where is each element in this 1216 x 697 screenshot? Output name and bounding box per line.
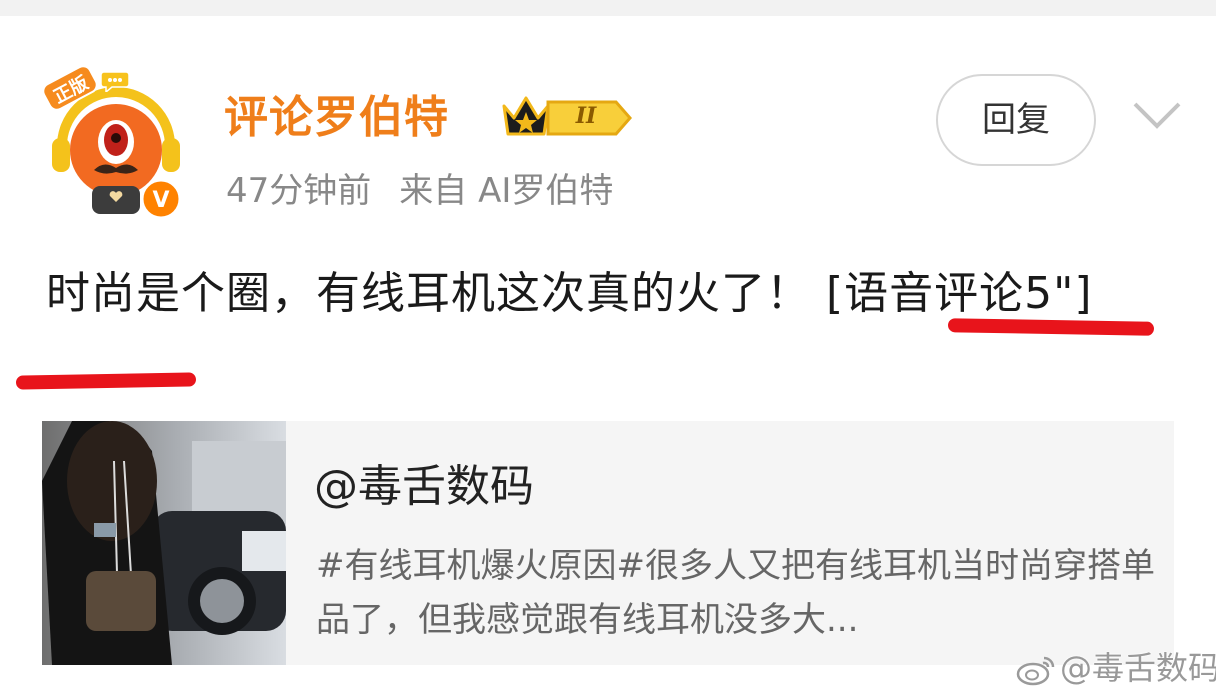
annotation-underline: [15, 372, 197, 390]
svg-text:V: V: [152, 188, 169, 213]
weibo-icon: [1016, 656, 1055, 686]
verified-icon: V: [140, 178, 182, 220]
username[interactable]: 评论罗伯特: [224, 88, 449, 148]
comment-card: 正版 V 评论罗伯特 II 47分钟前 来自 AI罗伯特 回复 时尚是个圈，有线耳…: [0, 16, 1216, 697]
chevron-down-icon[interactable]: [1132, 100, 1182, 132]
repost-author[interactable]: @毒舌数码: [314, 457, 534, 517]
post-time: 47分钟前: [226, 171, 372, 211]
repost-summary[interactable]: #有线耳机爆火原因#很多人又把有线耳机当时尚穿搭单品了，但我感觉跟有线耳机没多大…: [316, 539, 1166, 647]
post-meta: 47分钟前 来自 AI罗伯特: [226, 168, 613, 214]
voice-comment-link[interactable]: [语音评论5"]: [826, 268, 1093, 319]
chat-bubble-icon: [100, 71, 130, 92]
post-body: 时尚是个圈，有线耳机这次真的火了！: [46, 268, 826, 319]
watermark-text: @毒舌数码: [1060, 649, 1216, 687]
level-badge-label: II: [575, 103, 597, 129]
watermark: @毒舌数码: [1016, 646, 1216, 690]
repost-thumbnail[interactable]: [42, 421, 286, 665]
repost-card[interactable]: @毒舌数码 #有线耳机爆火原因#很多人又把有线耳机当时尚穿搭单品了，但我感觉跟有…: [42, 421, 1174, 665]
crown-icon: [502, 96, 550, 136]
avatar[interactable]: 正版 V: [42, 65, 190, 220]
photo-thumbnail: [42, 421, 286, 665]
annotation-underline: [947, 318, 1155, 336]
reply-button[interactable]: 回复: [936, 74, 1096, 166]
post-source[interactable]: 来自 AI罗伯特: [399, 171, 613, 211]
